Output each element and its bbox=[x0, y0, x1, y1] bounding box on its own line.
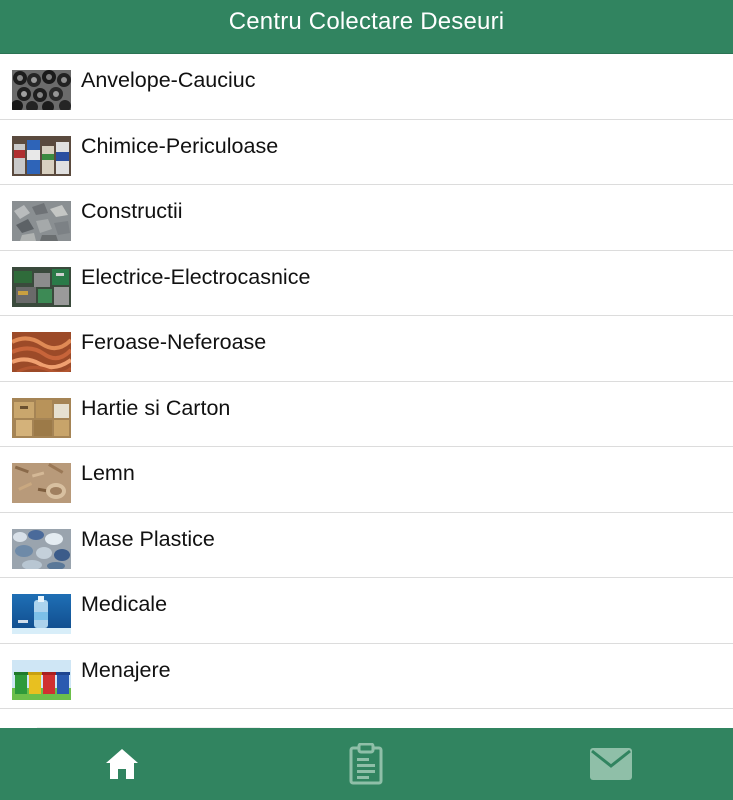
page-title: Centru Colectare Deseuri bbox=[228, 7, 505, 35]
list-item-electrice-electrocasnice[interactable]: Electrice-Electrocasnice bbox=[0, 251, 733, 316]
list-item-label: Menajere bbox=[81, 657, 171, 682]
medical-thumbnail bbox=[12, 594, 71, 634]
list-item-feroase-neferoase[interactable]: Feroase-Neferoase bbox=[0, 316, 733, 382]
list-item-label: Chimice-Periculoase bbox=[81, 133, 279, 158]
list-item-label: Anvelope-Cauciuc bbox=[81, 68, 256, 92]
chemicals-thumbnail bbox=[12, 135, 71, 176]
plastics-thumbnail bbox=[12, 528, 71, 569]
list-item-partial[interactable] bbox=[0, 709, 733, 728]
list-item-menajere[interactable]: Menajere bbox=[0, 644, 733, 709]
list-item-chimice-periculoase[interactable]: Chimice-Periculoase bbox=[0, 120, 733, 185]
list-item-constructii[interactable]: Constructii bbox=[0, 185, 733, 251]
list-item-label: Medicale bbox=[81, 592, 168, 616]
wood-thumbnail bbox=[12, 463, 71, 503]
list-item-anvelope-cauciuc[interactable]: Anvelope-Cauciuc bbox=[0, 54, 733, 120]
construction-thumbnail bbox=[12, 201, 71, 241]
tires-thumbnail bbox=[12, 70, 71, 110]
category-list[interactable]: Anvelope-Cauciuc Chimice-Periculoase Con… bbox=[0, 54, 733, 728]
list-item-hartie-si-carton[interactable]: Hartie si Carton bbox=[0, 382, 733, 447]
household-bins-thumbnail bbox=[12, 659, 71, 700]
app-screen: Centru Colectare Deseuri Anvelope-Cauciu… bbox=[0, 0, 733, 800]
tab-list[interactable] bbox=[244, 728, 488, 800]
paper-cardboard-thumbnail bbox=[12, 397, 71, 438]
home-icon bbox=[106, 749, 139, 779]
list-item-label: Electrice-Electrocasnice bbox=[81, 264, 311, 289]
mail-icon bbox=[589, 748, 632, 780]
list-item-medicale[interactable]: Medicale bbox=[0, 578, 733, 644]
list-item-lemn[interactable]: Lemn bbox=[0, 447, 733, 513]
tab-contact[interactable] bbox=[489, 728, 733, 800]
list-item-label: Feroase-Neferoase bbox=[81, 330, 267, 354]
list-item-label: Mase Plastice bbox=[81, 526, 215, 551]
list-item-mase-plastice[interactable]: Mase Plastice bbox=[0, 513, 733, 578]
app-header: Centru Colectare Deseuri bbox=[0, 0, 733, 54]
electronics-thumbnail bbox=[12, 266, 71, 307]
list-item-label: Constructii bbox=[81, 199, 183, 223]
list-item-label: Hartie si Carton bbox=[81, 395, 231, 420]
tab-home[interactable] bbox=[0, 728, 244, 800]
bottom-tab-bar bbox=[0, 728, 733, 800]
metals-thumbnail bbox=[12, 332, 71, 372]
clipboard-icon bbox=[349, 743, 383, 785]
list-item-label: Lemn bbox=[81, 461, 135, 485]
